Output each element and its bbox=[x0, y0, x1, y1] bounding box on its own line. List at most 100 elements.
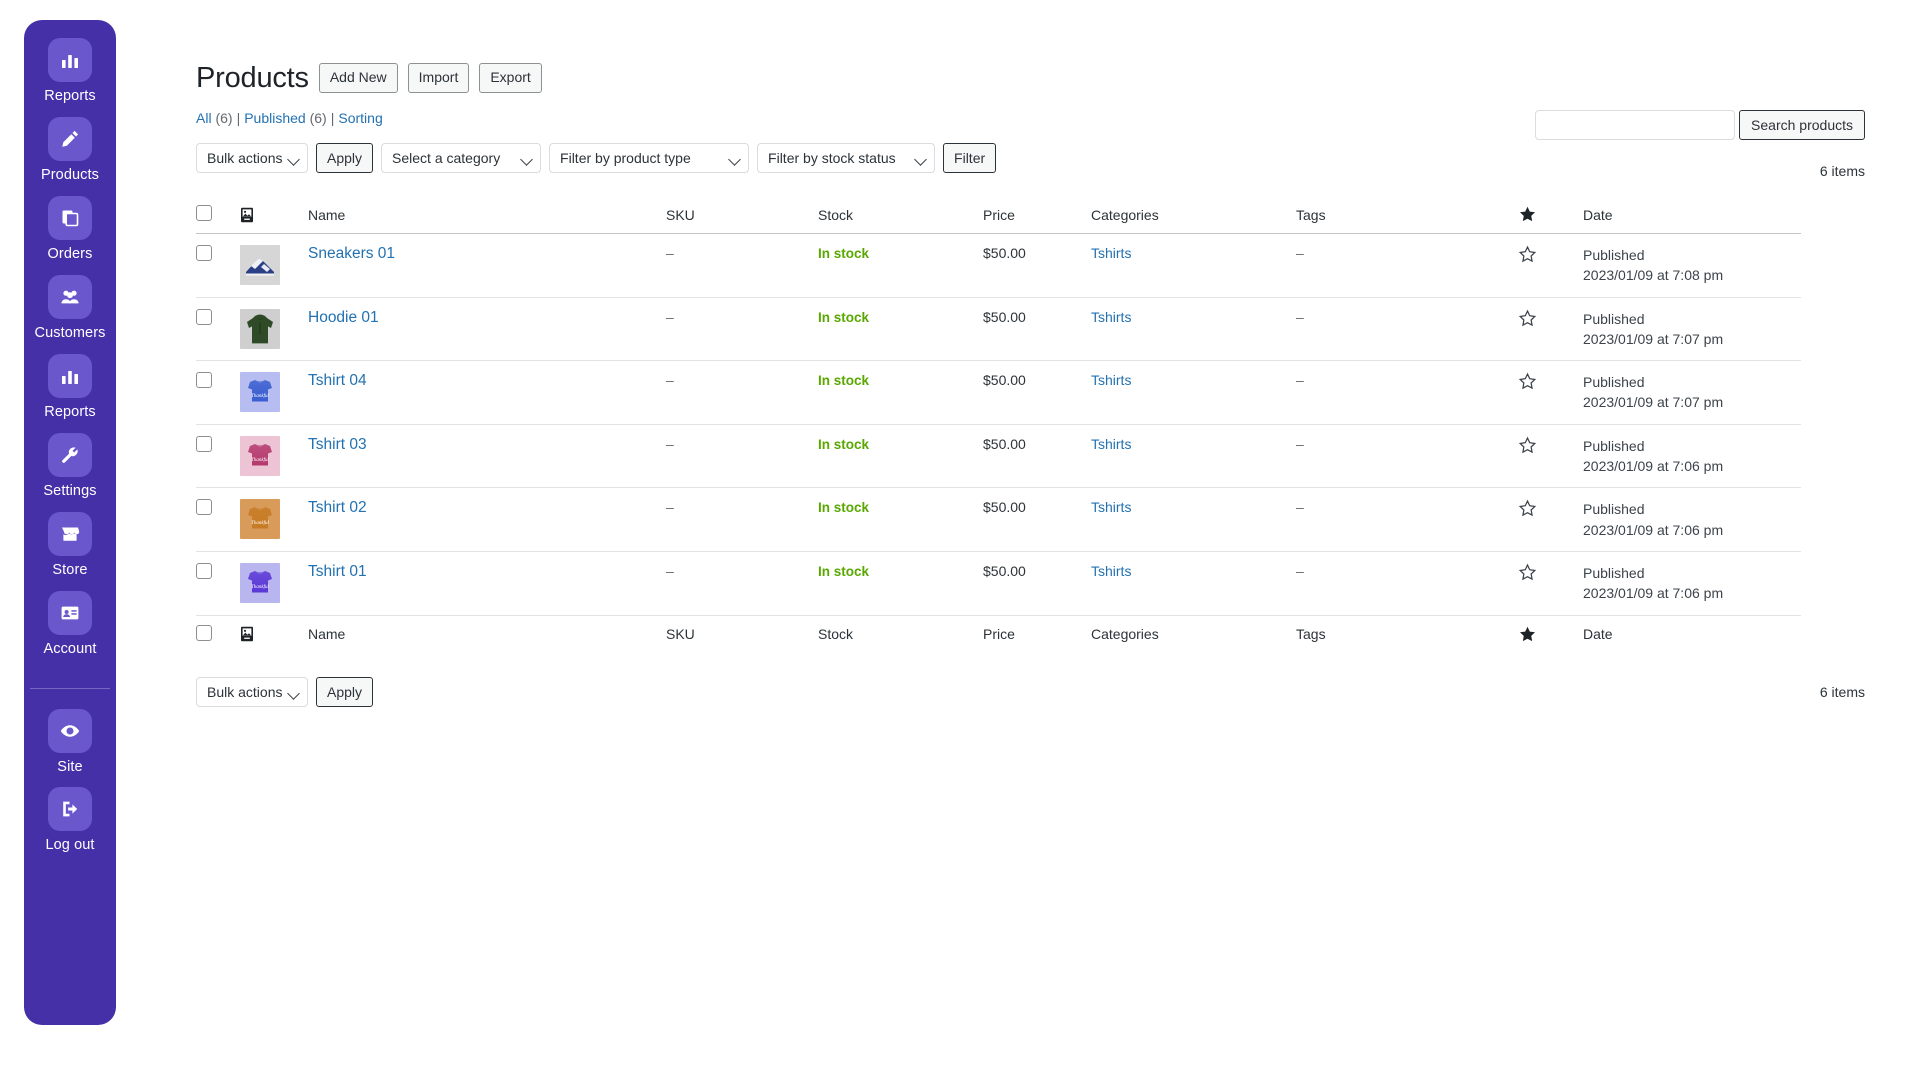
featured-footer[interactable] bbox=[1518, 614, 1583, 653]
row-price-cell: $50.00 bbox=[983, 360, 1091, 425]
row-checkbox[interactable] bbox=[196, 499, 212, 516]
date-header[interactable]: Date bbox=[1583, 196, 1801, 234]
category-link[interactable]: Tshirts bbox=[1091, 436, 1131, 452]
sidebar-item-logout[interactable]: Log out bbox=[24, 787, 116, 854]
stock-status-badge: In stock bbox=[818, 246, 870, 261]
category-select[interactable]: Select a category bbox=[381, 143, 542, 173]
star-outline-icon[interactable] bbox=[1518, 563, 1537, 582]
row-checkbox[interactable] bbox=[196, 435, 212, 452]
star-outline-icon[interactable] bbox=[1518, 372, 1537, 391]
sidebar-item-customers[interactable]: Customers bbox=[24, 274, 116, 342]
row-date-cell: Published 2023/01/09 at 7:06 pm bbox=[1583, 551, 1801, 616]
product-name-link[interactable]: Tshirt 04 bbox=[308, 372, 367, 389]
import-button[interactable]: Import bbox=[407, 63, 470, 93]
category-link[interactable]: Tshirts bbox=[1091, 499, 1131, 515]
row-checkbox[interactable] bbox=[196, 308, 212, 325]
product-name-link[interactable]: Sneakers 01 bbox=[308, 245, 395, 262]
star-outline-icon[interactable] bbox=[1518, 436, 1537, 455]
category-link[interactable]: Tshirts bbox=[1091, 245, 1131, 261]
featured-header[interactable] bbox=[1518, 196, 1583, 234]
star-outline-icon[interactable] bbox=[1518, 245, 1537, 264]
filter-button[interactable]: Filter bbox=[943, 143, 997, 173]
view-link-all[interactable]: All (6) bbox=[196, 110, 233, 126]
sku-header[interactable]: SKU bbox=[666, 196, 818, 234]
search-input[interactable] bbox=[1535, 110, 1736, 140]
view-link-published[interactable]: Published (6) bbox=[244, 110, 327, 126]
date-footer[interactable]: Date bbox=[1583, 614, 1801, 653]
product-name-link[interactable]: Tshirt 03 bbox=[308, 436, 367, 453]
name-header[interactable]: Name bbox=[308, 196, 666, 234]
sidebar-item-settings[interactable]: Settings bbox=[24, 432, 116, 500]
view-link-sorting[interactable]: Sorting bbox=[338, 110, 382, 126]
row-categories-cell: Tshirts bbox=[1091, 551, 1296, 616]
category-link[interactable]: Tshirts bbox=[1091, 309, 1131, 325]
sidebar-item-orders[interactable]: Orders bbox=[24, 195, 116, 263]
sku-value: – bbox=[666, 245, 674, 261]
search-products-button[interactable]: Search products bbox=[1739, 110, 1865, 140]
select-all-checkbox-top[interactable] bbox=[196, 205, 212, 221]
sidebar-item-site[interactable]: Site bbox=[24, 708, 116, 776]
bulk-actions-select-bottom[interactable]: Bulk actions bbox=[196, 676, 308, 707]
date-status: Published bbox=[1583, 501, 1645, 518]
row-featured-cell bbox=[1518, 233, 1583, 298]
product-name-link[interactable]: Hoodie 01 bbox=[308, 309, 379, 326]
row-date-cell: Published 2023/01/09 at 7:06 pm bbox=[1583, 487, 1801, 552]
image-icon bbox=[241, 626, 253, 642]
sku-footer[interactable]: SKU bbox=[666, 614, 818, 653]
sidebar-item-account[interactable]: Account bbox=[24, 590, 116, 658]
row-categories-cell: Tshirts bbox=[1091, 424, 1296, 489]
row-sku-cell: – bbox=[666, 487, 818, 552]
row-checkbox[interactable] bbox=[196, 562, 212, 579]
eye-icon bbox=[48, 708, 92, 753]
row-name-cell: Tshirt 02 bbox=[308, 487, 666, 552]
product-type-select[interactable]: Filter by product type bbox=[549, 143, 750, 173]
row-price-cell: $50.00 bbox=[983, 424, 1091, 489]
tags-footer: Tags bbox=[1296, 614, 1518, 653]
product-name-link[interactable]: Tshirt 01 bbox=[308, 563, 367, 580]
products-table: Name SKU Stock Price Categories Tags Dat… bbox=[196, 196, 1801, 653]
row-date-cell: Published 2023/01/09 at 7:06 pm bbox=[1583, 424, 1801, 489]
category-link[interactable]: Tshirts bbox=[1091, 372, 1131, 388]
price-footer[interactable]: Price bbox=[983, 614, 1091, 653]
star-outline-icon[interactable] bbox=[1518, 309, 1537, 328]
view-separator-2: | bbox=[330, 110, 335, 126]
sidebar-item-reports[interactable]: Reports bbox=[24, 353, 116, 421]
id-card-icon bbox=[48, 590, 92, 635]
row-name-cell: Tshirt 01 bbox=[308, 551, 666, 616]
row-checkbox[interactable] bbox=[196, 372, 212, 389]
sidebar-item-store[interactable]: Store bbox=[24, 511, 116, 579]
tags-value: – bbox=[1296, 308, 1304, 325]
select-all-checkbox-bottom[interactable] bbox=[196, 624, 212, 641]
table-row: Hoodie 01 – In stock $50.00 Tshirts – Pu… bbox=[196, 297, 1801, 362]
product-name-link[interactable]: Tshirt 02 bbox=[308, 499, 367, 516]
sku-value: – bbox=[666, 499, 674, 516]
apply-button-top[interactable]: Apply bbox=[316, 143, 374, 173]
row-checkbox[interactable] bbox=[196, 245, 212, 261]
date-status: Published bbox=[1583, 374, 1645, 391]
row-price-cell: $50.00 bbox=[983, 551, 1091, 616]
export-button[interactable]: Export bbox=[479, 63, 542, 93]
bulk-actions-select-top[interactable]: Bulk actions bbox=[196, 143, 308, 173]
date-status: Published bbox=[1583, 437, 1645, 454]
stock-status-select[interactable]: Filter by stock status bbox=[757, 143, 936, 173]
chevron-down-icon bbox=[287, 686, 300, 700]
items-count-bottom: 6 items bbox=[1819, 683, 1865, 700]
bar-chart-icon bbox=[48, 353, 92, 398]
add-new-button[interactable]: Add New bbox=[318, 63, 398, 93]
name-footer[interactable]: Name bbox=[308, 614, 666, 653]
sidebar-item-reports-top[interactable]: Reports bbox=[24, 38, 116, 105]
row-tags-cell: – bbox=[1296, 487, 1518, 552]
sidebar: Reports Products Orders Customers Report bbox=[24, 20, 116, 1025]
row-stock-cell: In stock bbox=[818, 297, 983, 362]
apply-button-bottom[interactable]: Apply bbox=[316, 676, 374, 707]
row-categories-cell: Tshirts bbox=[1091, 297, 1296, 362]
sidebar-item-products[interactable]: Products bbox=[24, 116, 116, 184]
row-thumb-cell: Thankful bbox=[240, 424, 308, 489]
category-link[interactable]: Tshirts bbox=[1091, 563, 1131, 579]
table-head: Name SKU Stock Price Categories Tags Dat… bbox=[196, 196, 1801, 234]
row-thumb-cell: Thankful bbox=[240, 551, 308, 616]
price-header[interactable]: Price bbox=[983, 196, 1091, 234]
star-outline-icon[interactable] bbox=[1518, 499, 1537, 518]
row-sku-cell: – bbox=[666, 360, 818, 425]
svg-text:Thankful: Thankful bbox=[251, 521, 269, 526]
